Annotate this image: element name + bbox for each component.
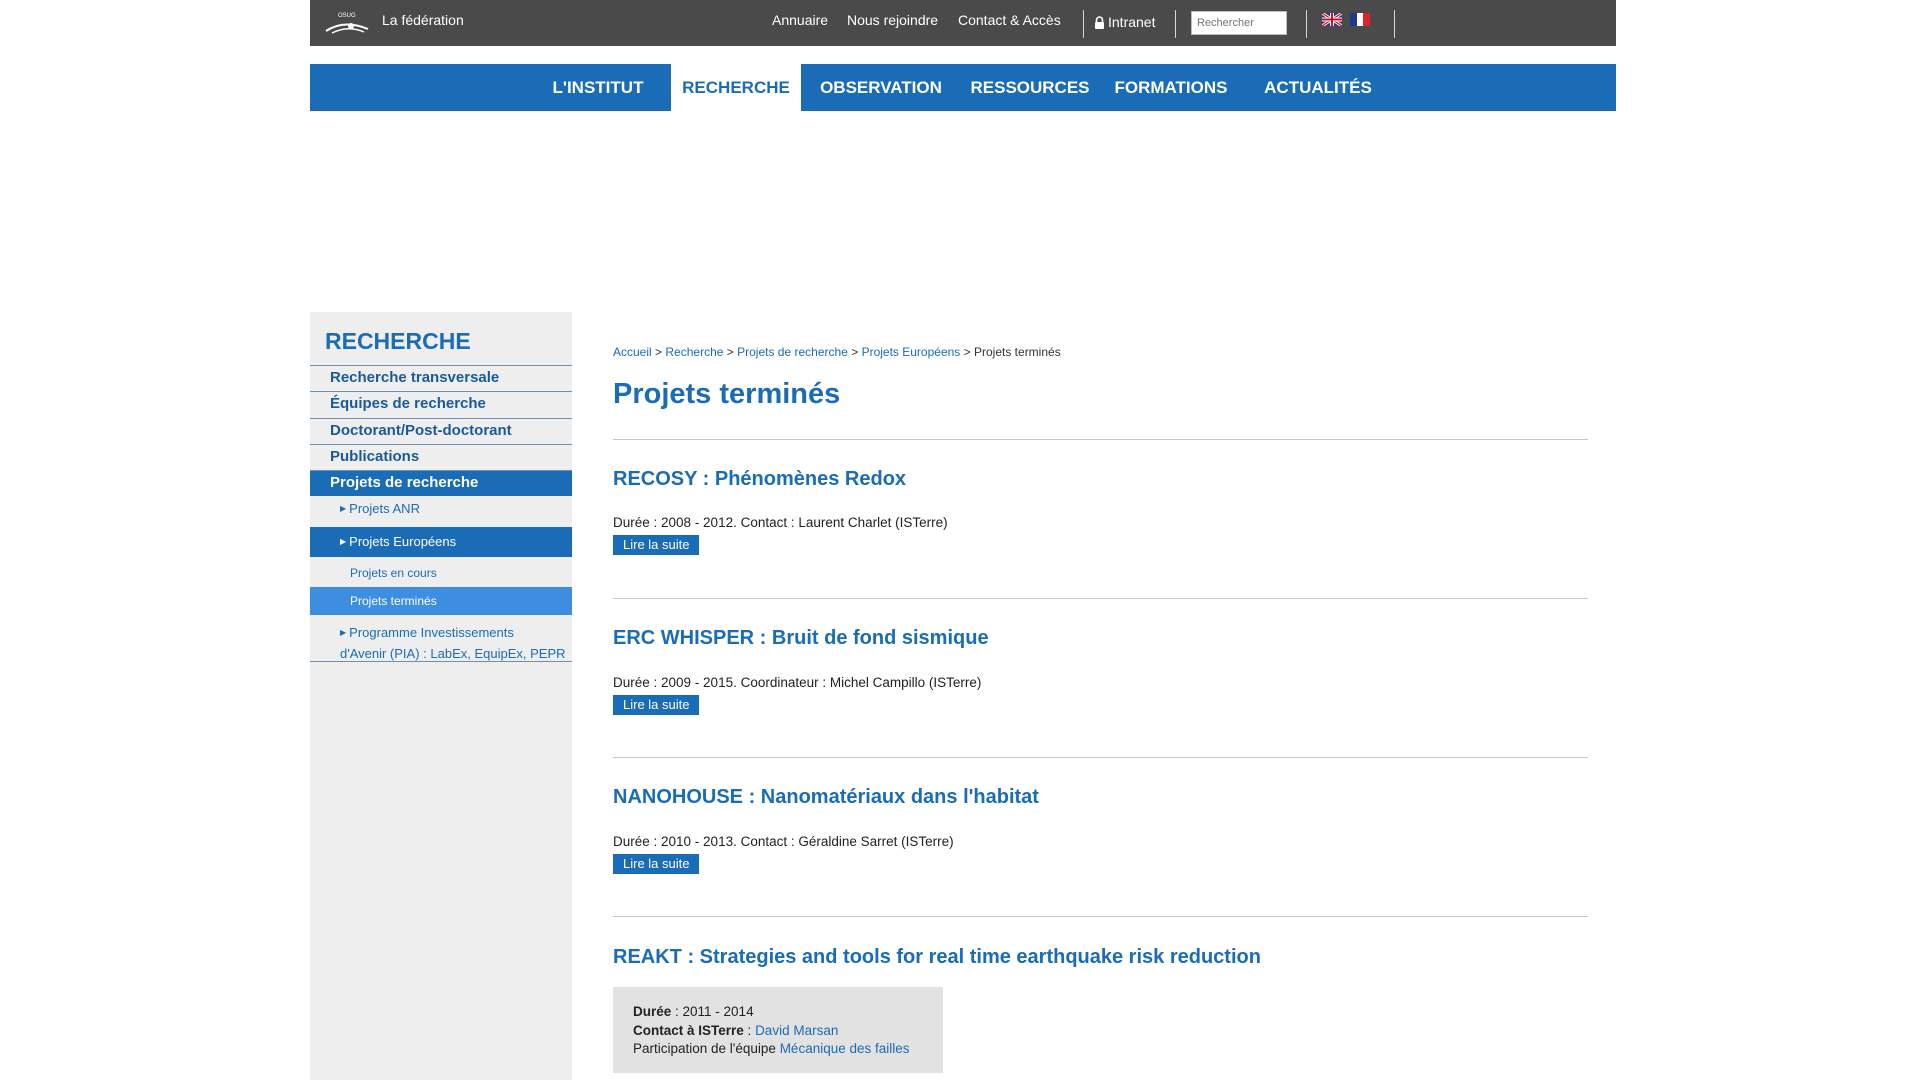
project-info-box: Durée : 2011 - 2014 Contact à ISTerre : … [613, 987, 943, 1073]
nav-institut[interactable]: L'INSTITUT [546, 64, 650, 111]
read-more-button[interactable]: Lire la suite [613, 695, 700, 715]
annuaire-link[interactable]: Annuaire [772, 12, 828, 28]
duration-value: : 2011 - 2014 [671, 1004, 754, 1019]
breadcrumb-separator: > [851, 345, 859, 359]
nav-recherche[interactable]: RECHERCHE [671, 64, 801, 111]
participation-line: Participation de l'équipe Mécanique des … [633, 1040, 943, 1059]
sidebar-subsub-projets-en-cours[interactable]: Projets en cours [310, 559, 572, 587]
divider [1083, 10, 1084, 38]
lock-icon [1095, 16, 1104, 29]
read-more-button[interactable]: Lire la suite [613, 854, 700, 874]
triangle-right-icon: ▶ [340, 504, 347, 513]
sidebar-sub-programme-pia[interactable]: ▶ Programme Investissements d'Avenir (PIA… [310, 616, 572, 662]
sidebar-item-equipes[interactable]: Équipes de recherche [310, 391, 572, 416]
breadcrumb-projets-de-recherche[interactable]: Projets de recherche [737, 345, 848, 359]
participation-label: Participation de l'équipe [633, 1041, 780, 1056]
sidebar-sub-label: Projets ANR [349, 501, 420, 516]
logo-text: OSUG [338, 13, 356, 19]
sidebar-sub-projets-europeens[interactable]: ▶ Projets Européens [310, 527, 572, 557]
project-description: Durée : 2008 - 2012. Contact : Laurent C… [613, 515, 948, 530]
intranet-label: Intranet [1108, 14, 1156, 30]
project-title[interactable]: RECOSY : Phénomènes Redox [613, 468, 906, 491]
breadcrumb-separator: > [726, 345, 734, 359]
nav-formations[interactable]: FORMATIONS [1111, 64, 1231, 111]
sidebar-title: RECHERCHE [325, 328, 471, 354]
osug-logo[interactable]: OSUG [324, 9, 370, 37]
project-description: Durée : 2009 - 2015. Coordinateur : Mich… [613, 675, 982, 690]
breadcrumb-separator: > [963, 345, 971, 359]
divider [1306, 10, 1307, 38]
sidebar-item-publications[interactable]: Publications [310, 444, 572, 469]
sidebar: RECHERCHE Recherche transversale Équipes… [310, 312, 572, 1080]
project-title[interactable]: REAKT : Strategies and tools for real ti… [613, 946, 1261, 969]
contact-link[interactable]: David Marsan [755, 1023, 838, 1038]
nous-rejoindre-link[interactable]: Nous rejoindre [847, 12, 938, 28]
breadcrumb-projets-europeens[interactable]: Projets Européens [862, 345, 961, 359]
uk-flag-icon[interactable] [1322, 13, 1342, 26]
breadcrumb-recherche[interactable]: Recherche [665, 345, 723, 359]
breadcrumb-accueil[interactable]: Accueil [613, 345, 652, 359]
project-title[interactable]: NANOHOUSE : Nanomatériaux dans l'habitat [613, 786, 1039, 809]
pia-line1: Programme Investissements [349, 625, 514, 640]
triangle-right-icon: ▶ [340, 537, 347, 546]
contact-line: Contact à ISTerre : David Marsan [633, 1022, 943, 1041]
divider [613, 757, 1588, 758]
triangle-right-icon: ▶ [340, 628, 347, 637]
contact-acces-link[interactable]: Contact & Accès [958, 12, 1061, 28]
sidebar-item-recherche-transversale[interactable]: Recherche transversale [310, 365, 572, 390]
sidebar-sub-projets-anr[interactable]: ▶ Projets ANR [310, 498, 572, 522]
divider [1175, 10, 1176, 38]
divider [613, 598, 1588, 599]
duration-label: Durée [633, 1004, 672, 1019]
sidebar-item-doctorant[interactable]: Doctorant/Post-doctorant [310, 418, 572, 443]
divider [1394, 10, 1395, 38]
nav-actualites[interactable]: ACTUALITÉS [1260, 64, 1376, 111]
breadcrumb-current: Projets terminés [974, 345, 1061, 359]
top-bar: OSUG La fédération Annuaire Nous rejoind… [310, 0, 1616, 46]
project-description: Durée : 2010 - 2013. Contact : Géraldine… [613, 834, 954, 849]
sidebar-item-projets-de-recherche[interactable]: Projets de recherche [310, 470, 572, 496]
federation-link[interactable]: La fédération [382, 12, 464, 28]
duration-line: Durée : 2011 - 2014 [633, 1003, 943, 1022]
intranet-link[interactable]: Intranet [1094, 14, 1155, 30]
pia-line2: d'Avenir (PIA) : LabEx, EquipEx, PEPR [340, 646, 566, 661]
nav-observation[interactable]: OBSERVATION [816, 64, 946, 111]
contact-label: Contact à ISTerre [633, 1022, 744, 1038]
fr-flag-icon[interactable] [1350, 13, 1370, 26]
divider [613, 439, 1588, 440]
project-title[interactable]: ERC WHISPER : Bruit de fond sismique [613, 627, 989, 650]
nav-ressources[interactable]: RESSOURCES [970, 64, 1090, 111]
breadcrumb: Accueil > Recherche > Projets de recherc… [613, 345, 1061, 359]
main-navigation: L'INSTITUT RECHERCHE OBSERVATION RESSOUR… [310, 64, 1616, 111]
team-link[interactable]: Mécanique des failles [780, 1041, 910, 1056]
sidebar-sub-label: Projets Européens [349, 534, 457, 549]
read-more-button[interactable]: Lire la suite [613, 535, 700, 555]
page-title: Projets terminés [613, 378, 841, 410]
breadcrumb-separator: > [655, 345, 663, 359]
sidebar-subsub-projets-termines[interactable]: Projets terminés [310, 587, 572, 615]
contact-separator: : [743, 1022, 756, 1038]
search-input[interactable] [1191, 11, 1287, 35]
divider [613, 916, 1588, 917]
